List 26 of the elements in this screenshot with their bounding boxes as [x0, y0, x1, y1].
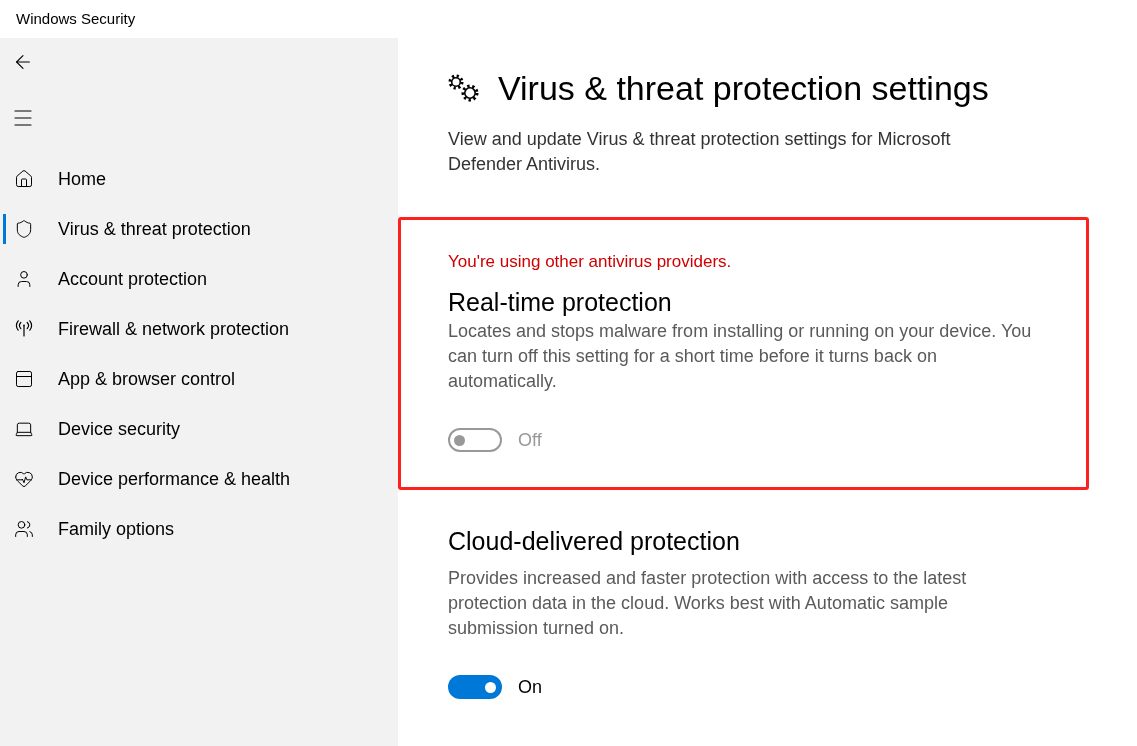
sidebar-item[interactable]: App & browser control — [3, 364, 390, 394]
sidebar-item[interactable]: Device security — [3, 414, 390, 444]
toggle-label: On — [518, 676, 542, 699]
setting-title: Cloud-delivered protection — [448, 526, 741, 556]
sidebar-item[interactable]: Firewall & network protection — [3, 314, 390, 344]
sidebar-item[interactable]: Virus & threat protection — [3, 214, 390, 244]
shield-icon — [14, 219, 34, 239]
toggle-switch[interactable] — [448, 675, 502, 699]
setting-description: Locates and stops malware from installing or running on your device. You can turn off this setting for a short time before it turns back on automatically. — [448, 320, 1033, 393]
sidebar-item[interactable]: Device performance & health — [3, 464, 390, 494]
sidebar-item[interactable]: Home — [3, 164, 390, 194]
home-icon — [14, 169, 34, 189]
window-title: Windows Security — [16, 8, 136, 29]
window-icon — [14, 369, 34, 389]
people-icon — [14, 519, 34, 539]
antenna-icon — [14, 319, 34, 339]
page-title: Virus & threat protection settings — [498, 68, 989, 109]
sidebar-item[interactable]: Account protection — [3, 264, 390, 294]
gears-icon — [448, 74, 480, 102]
setting-title: Real-time protection — [448, 287, 673, 317]
heart-pulse-icon — [14, 469, 34, 489]
warning-text: You're using other antivirus providers. — [448, 251, 733, 273]
sidebar-item[interactable]: Family options — [3, 514, 390, 544]
page-description: View and update Virus & threat protection settings for Microsoft Defender Antivirus. — [448, 128, 952, 176]
toggle-label: Off — [518, 429, 542, 452]
setting-description: Provides increased and faster protection with access to the latest protection data in the cloud. Works best with Automatic sample submission turned on. — [448, 567, 968, 640]
